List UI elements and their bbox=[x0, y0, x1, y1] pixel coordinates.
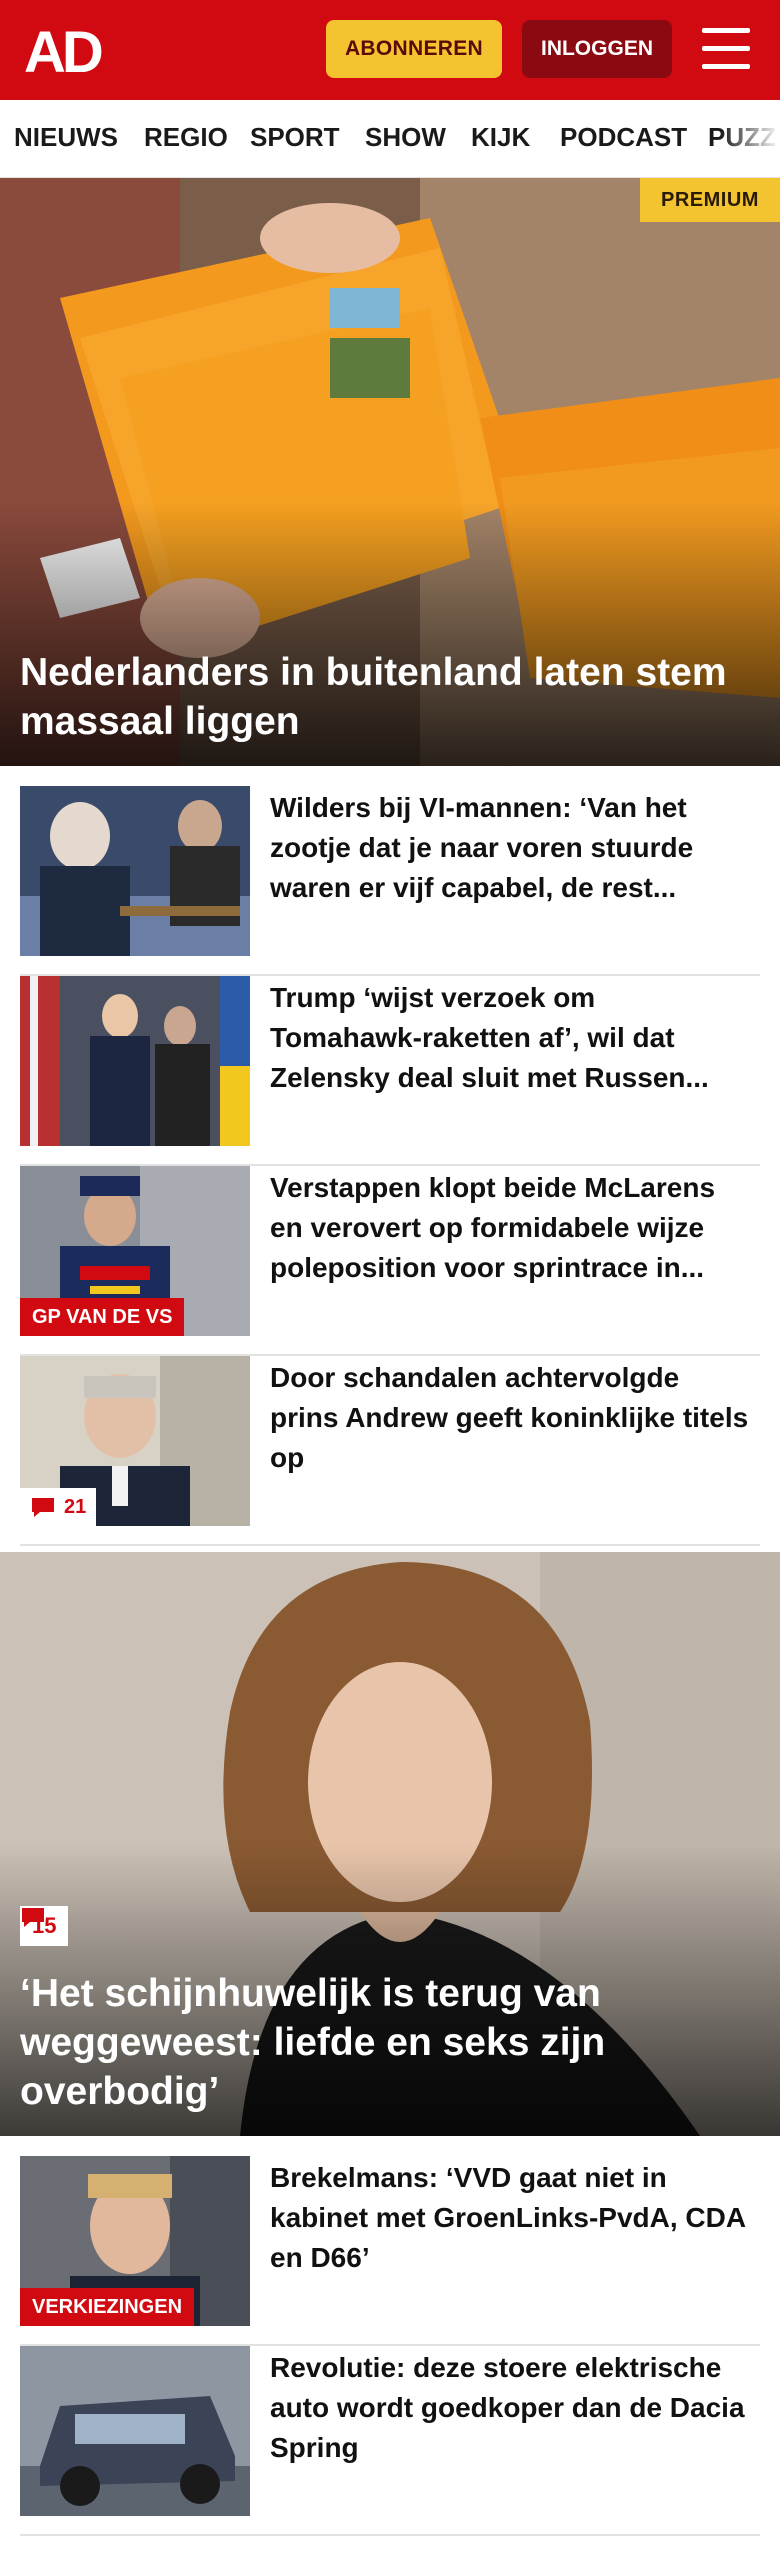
article-title[interactable]: Door schandalen achtervolgde prins Andre… bbox=[270, 1358, 750, 1478]
comment-count[interactable]: 15 bbox=[20, 1906, 69, 1946]
article-thumbnail bbox=[20, 2346, 250, 2516]
article-item[interactable]: Revolutie: deze stoere elektri­sche auto… bbox=[20, 2346, 760, 2536]
nav-item-sport[interactable]: SPORT bbox=[250, 122, 340, 153]
nav-item-podcast[interactable]: PODCAST bbox=[560, 122, 687, 153]
article-tag: GP VAN DE VS bbox=[20, 1298, 185, 1336]
nav-item-nieuws[interactable]: NIEUWS bbox=[14, 122, 118, 153]
featured-title[interactable]: ‘Het schijnhuwelijk is terug van weggewe… bbox=[20, 1969, 740, 2116]
article-thumbnail bbox=[20, 976, 250, 1146]
article-item[interactable]: Trump ‘wijst verzoek om Tomahawk-rakette… bbox=[20, 976, 760, 1166]
nav-item-show[interactable]: SHOW bbox=[365, 122, 446, 153]
nav-item-regio[interactable]: REGIO bbox=[144, 122, 228, 153]
hamburger-menu-icon[interactable] bbox=[700, 26, 752, 72]
hero-article[interactable]: PREMIUM Nederlanders in buitenland laten… bbox=[0, 178, 780, 766]
top-bar: AD ABONNEREN INLOGGEN bbox=[0, 0, 780, 100]
article-item[interactable]: Wilders bij VI-mannen: ‘Van het zootje d… bbox=[20, 786, 760, 976]
login-button[interactable]: INLOGGEN bbox=[522, 20, 672, 78]
article-title[interactable]: Trump ‘wijst verzoek om Tomahawk-rakette… bbox=[270, 978, 750, 1098]
hero-title[interactable]: Nederlanders in buitenland laten stem ma… bbox=[20, 648, 740, 746]
comment-count-value: 21 bbox=[64, 1496, 87, 1518]
article-item[interactable]: GP VAN DE VS Verstappen klopt beide McLa… bbox=[20, 1166, 760, 1356]
featured-article[interactable]: 15 ‘Het schijnhuwelijk is terug van wegg… bbox=[0, 1552, 780, 2136]
premium-badge: PREMIUM bbox=[640, 178, 780, 222]
ad-logo[interactable]: AD bbox=[24, 22, 116, 78]
comment-count[interactable]: 21 bbox=[20, 1488, 97, 1526]
article-title[interactable]: Wilders bij VI-mannen: ‘Van het zootje d… bbox=[270, 788, 750, 908]
article-title[interactable]: Verstappen klopt beide McLarens en verov… bbox=[270, 1168, 750, 1288]
comment-bubble-icon bbox=[32, 1498, 54, 1517]
svg-text:AD: AD bbox=[24, 22, 102, 78]
article-item[interactable]: 21 Door schandalen achtervolgde prins An… bbox=[20, 1356, 760, 1546]
article-title[interactable]: Brekelmans: ‘VVD gaat niet in kabinet me… bbox=[270, 2158, 750, 2278]
article-thumbnail bbox=[20, 786, 250, 956]
nav-fade bbox=[720, 100, 780, 177]
article-thumbnail: VERKIEZINGEN bbox=[20, 2156, 250, 2326]
comment-bubble-icon bbox=[22, 1908, 44, 1927]
nav-item-kijk[interactable]: KIJK bbox=[471, 122, 530, 153]
article-title[interactable]: Revolutie: deze stoere elektri­sche auto… bbox=[270, 2348, 750, 2468]
article-tag: VERKIEZINGEN bbox=[20, 2288, 195, 2326]
article-thumbnail: GP VAN DE VS bbox=[20, 1166, 250, 1336]
section-nav: NIEUWS REGIO SPORT SHOW KIJK PODCAST PUZ… bbox=[0, 100, 780, 178]
article-item[interactable]: VERKIEZINGEN Brekelmans: ‘VVD gaat niet … bbox=[20, 2156, 760, 2346]
article-thumbnail: 21 bbox=[20, 1356, 250, 1526]
subscribe-button[interactable]: ABONNEREN bbox=[326, 20, 502, 78]
